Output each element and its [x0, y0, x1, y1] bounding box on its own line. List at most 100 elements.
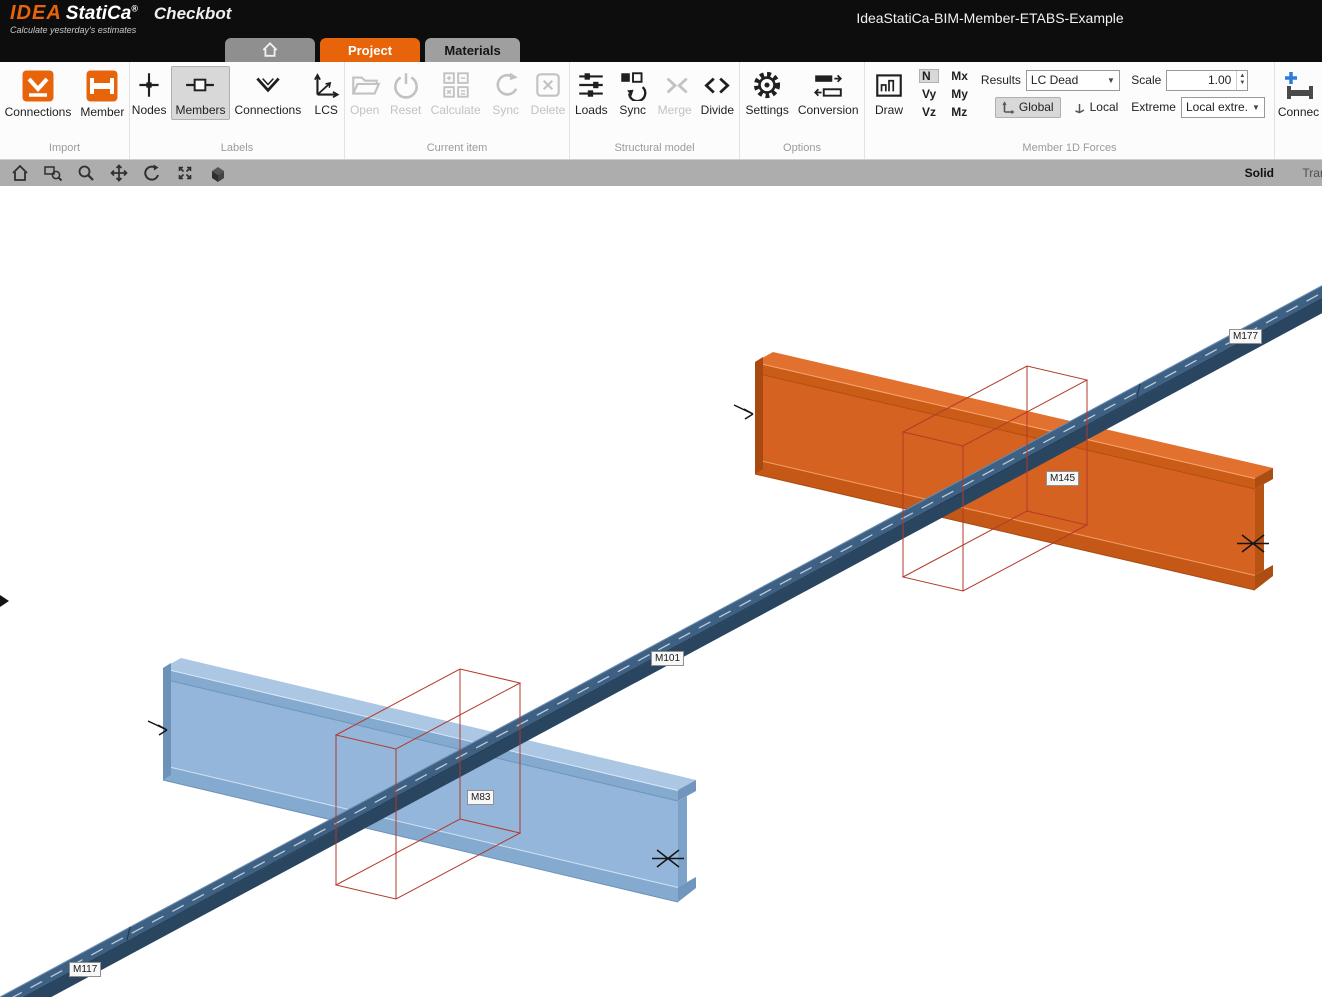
member-label-m145[interactable]: M145	[1046, 471, 1079, 486]
force-vy[interactable]: Vy	[919, 87, 939, 101]
draw-label: Draw	[875, 103, 903, 117]
sync-structural-label: Sync	[619, 103, 646, 117]
import-member-label: Member	[80, 105, 124, 119]
labels-lcs-button[interactable]: LCS	[306, 66, 345, 120]
logo-statica: StatiCa®	[66, 3, 138, 25]
connections-labels-icon	[252, 69, 284, 101]
labels-connections-label: Connections	[235, 103, 302, 117]
sync-current-button[interactable]: Sync	[486, 66, 526, 120]
3d-viewport[interactable]: M177 M145 M101 M83 M117	[0, 186, 1322, 997]
import-connections-label: Connections	[5, 105, 72, 119]
tab-project[interactable]: Project	[320, 38, 420, 62]
calculate-button[interactable]: Calculate	[427, 66, 485, 120]
extreme-value: Local extre...	[1186, 100, 1247, 114]
loads-label: Loads	[575, 103, 608, 117]
import-member-button[interactable]: Member	[76, 66, 128, 122]
tab-home[interactable]	[225, 38, 315, 62]
force-n[interactable]: N	[919, 69, 939, 83]
solid-view-icon[interactable]	[206, 162, 230, 184]
view-home-icon[interactable]	[8, 162, 32, 184]
sync-current-label: Sync	[492, 103, 519, 117]
home-icon	[260, 40, 280, 60]
extreme-select[interactable]: Local extre... ▼	[1181, 97, 1265, 118]
open-folder-icon	[349, 69, 381, 101]
divide-label: Divide	[701, 103, 734, 117]
zoom-icon[interactable]	[74, 162, 98, 184]
tagline: Calculate yesterday's estimates	[10, 25, 231, 35]
settings-button[interactable]: Settings	[741, 66, 792, 120]
spinner-arrows-icon[interactable]: ▲▼	[1236, 71, 1247, 90]
sync-structural-button[interactable]: Sync	[613, 66, 653, 120]
delete-button[interactable]: Delete	[527, 66, 570, 120]
title-bar: IDEA StatiCa® Checkbot Calculate yesterd…	[0, 0, 1322, 36]
reset-label: Reset	[390, 103, 421, 117]
member-label-m83[interactable]: M83	[467, 790, 494, 805]
force-mz[interactable]: Mz	[948, 105, 971, 119]
draw-forces-icon	[873, 69, 905, 101]
merge-label: Merge	[658, 103, 692, 117]
open-label: Open	[350, 103, 379, 117]
labels-nodes-button[interactable]: Nodes	[130, 66, 170, 120]
labels-lcs-label: LCS	[315, 103, 338, 117]
ribbon-group-options: Settings Conversion Options	[740, 62, 865, 159]
logo-idea: IDEA	[10, 2, 62, 25]
local-toggle[interactable]: Local	[1066, 97, 1126, 118]
import-connections-button[interactable]: Connections	[1, 66, 76, 122]
merge-button[interactable]: Merge	[654, 66, 696, 120]
ribbon-group-structural-model: Loads Sync Merge	[570, 62, 740, 159]
conversion-label: Conversion	[798, 103, 859, 117]
connect-button[interactable]: Connec	[1275, 66, 1322, 122]
force-component-grid: N Mx Vy My Vz Mz	[915, 66, 975, 119]
connect-label: Connec	[1278, 105, 1319, 119]
local-label: Local	[1090, 100, 1119, 114]
open-button[interactable]: Open	[345, 66, 385, 120]
force-vz[interactable]: Vz	[919, 105, 939, 119]
app-name: Checkbot	[154, 4, 231, 24]
rotate-icon[interactable]	[140, 162, 164, 184]
results-select[interactable]: LC Dead ▼	[1026, 70, 1120, 91]
group-label-structural-model: Structural model	[570, 142, 739, 159]
scale-input[interactable]: 1.00 ▲▼	[1166, 70, 1248, 91]
force-mx[interactable]: Mx	[948, 69, 971, 83]
solid-mode-button[interactable]: Solid	[1245, 166, 1274, 180]
zoom-fit-icon[interactable]	[173, 162, 197, 184]
ribbon: Connections Member Import	[0, 62, 1322, 160]
labels-connections-button[interactable]: Connections	[231, 66, 306, 120]
divide-button[interactable]: Divide	[697, 66, 738, 120]
draw-button[interactable]: Draw	[869, 66, 909, 120]
member-import-icon	[85, 69, 119, 103]
reset-button[interactable]: Reset	[386, 66, 426, 120]
member-label-m117[interactable]: M117	[69, 962, 101, 977]
global-toggle[interactable]: Global	[995, 97, 1061, 118]
tab-materials[interactable]: Materials	[425, 38, 520, 62]
delete-label: Delete	[531, 103, 566, 117]
pan-icon[interactable]	[107, 162, 131, 184]
edge-axis-mark	[0, 595, 9, 607]
scale-label: Scale	[1131, 73, 1161, 87]
results-label: Results	[981, 73, 1021, 87]
member-label-m177[interactable]: M177	[1229, 329, 1262, 344]
document-title: IdeaStatiCa-BIM-Member-ETABS-Example	[856, 10, 1123, 26]
ribbon-group-import: Connections Member Import	[0, 62, 130, 159]
force-my[interactable]: My	[948, 87, 971, 101]
ribbon-group-labels: Nodes Members Connections	[130, 62, 345, 159]
ribbon-group-current-item: Open Reset	[345, 62, 570, 159]
nodes-icon	[133, 69, 165, 101]
conversion-icon	[812, 69, 844, 101]
chevron-down-icon: ▼	[1107, 76, 1115, 85]
loads-button[interactable]: Loads	[571, 66, 612, 120]
labels-members-button[interactable]: Members	[171, 66, 229, 120]
reset-power-icon	[390, 69, 422, 101]
scene-canvas	[0, 186, 1322, 997]
gear-icon	[751, 69, 783, 101]
member-label-m101[interactable]: M101	[651, 651, 684, 666]
zoom-window-icon[interactable]	[41, 162, 65, 184]
sync-model-icon	[617, 69, 649, 101]
global-label: Global	[1019, 100, 1054, 114]
sync-icon	[490, 69, 522, 101]
app-logo: IDEA StatiCa® Checkbot Calculate yesterd…	[10, 2, 231, 35]
conversion-button[interactable]: Conversion	[794, 66, 863, 120]
ribbon-group-connect: Connec	[1275, 62, 1322, 159]
settings-label: Settings	[745, 103, 788, 117]
transparent-mode-button[interactable]: Transpa	[1302, 166, 1322, 180]
